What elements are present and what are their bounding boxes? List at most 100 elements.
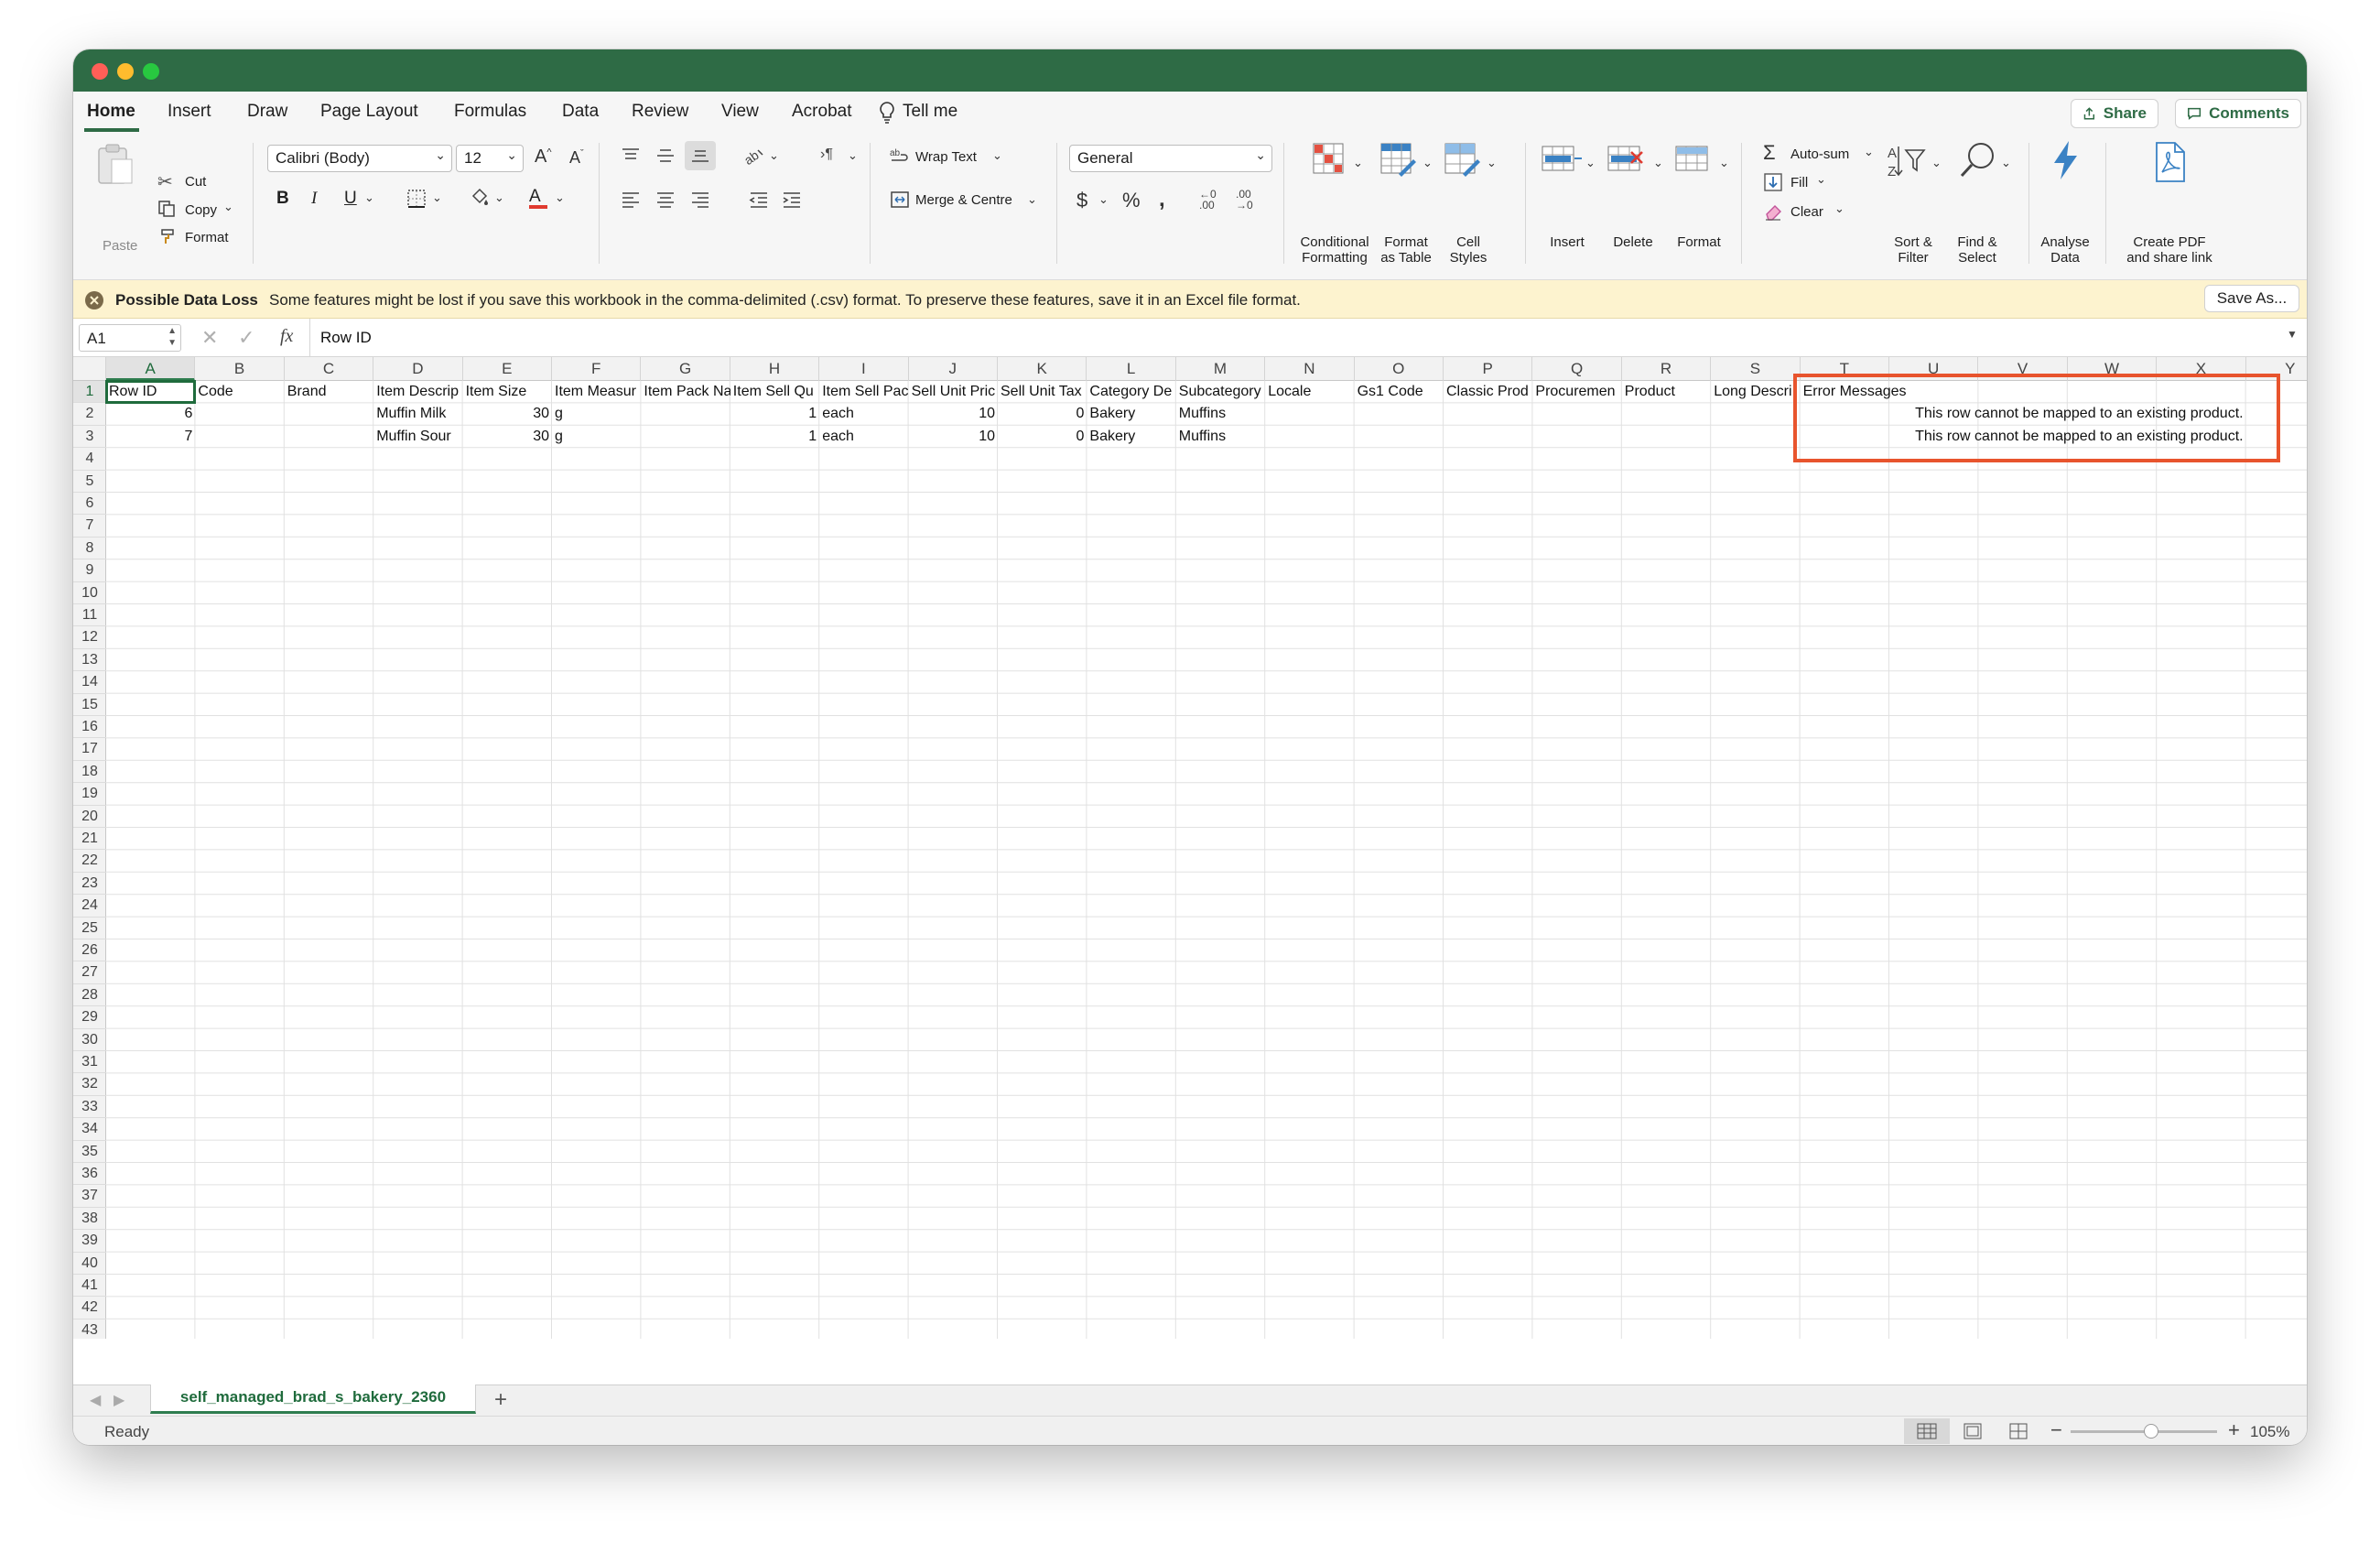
increase-font-icon[interactable]: A^ xyxy=(535,147,552,168)
align-top-icon[interactable] xyxy=(621,147,641,169)
row-header[interactable]: 19 xyxy=(73,783,106,806)
expand-formula-bar-icon[interactable]: ▼ xyxy=(2287,328,2298,341)
header-cell[interactable]: Item Pack Na xyxy=(641,381,730,403)
align-left-icon[interactable] xyxy=(621,190,641,213)
tab-acrobat[interactable]: Acrobat xyxy=(792,102,851,122)
cell-sell-tax[interactable]: 0 xyxy=(998,403,1087,425)
align-center-icon[interactable] xyxy=(655,190,676,213)
row-header[interactable]: 38 xyxy=(73,1208,106,1231)
header-cell[interactable]: Subcategory xyxy=(1176,381,1265,403)
format-cells-button[interactable]: Format xyxy=(1677,234,1721,250)
column-header-n[interactable]: N xyxy=(1265,357,1355,381)
minimize-window-button[interactable] xyxy=(117,63,134,80)
paste-icon[interactable] xyxy=(95,143,135,191)
row-header[interactable]: 7 xyxy=(73,515,106,538)
row-header[interactable]: 22 xyxy=(73,850,106,873)
italic-button[interactable]: I xyxy=(311,189,317,209)
magnifier-icon[interactable] xyxy=(1959,141,1997,186)
number-format-dropdown[interactable]: General ⌄ xyxy=(1069,145,1272,172)
header-cell[interactable]: Item Size xyxy=(463,381,552,403)
decrease-indent-icon[interactable] xyxy=(749,190,769,213)
analyse-data-icon[interactable] xyxy=(2047,139,2083,186)
row-header[interactable]: 28 xyxy=(73,984,106,1007)
column-header-h[interactable]: H xyxy=(730,357,820,381)
row-header[interactable]: 36 xyxy=(73,1163,106,1186)
header-cell[interactable]: Item Sell Pac xyxy=(819,381,908,403)
text-direction-chevron-icon[interactable]: ⌄ xyxy=(848,148,858,163)
row-header[interactable]: 20 xyxy=(73,806,106,828)
cell-sell-pack[interactable]: each xyxy=(819,403,908,425)
insert-function-button[interactable]: fx xyxy=(280,326,293,347)
page-layout-view-icon[interactable] xyxy=(1963,1423,1983,1444)
column-header-m[interactable]: M xyxy=(1176,357,1266,381)
comments-button[interactable]: Comments xyxy=(2175,99,2301,128)
column-header-e[interactable]: E xyxy=(463,357,552,381)
row-header[interactable]: 42 xyxy=(73,1297,106,1319)
row-header[interactable]: 18 xyxy=(73,761,106,784)
cell-item-size[interactable]: 30 xyxy=(463,403,552,425)
header-cell[interactable]: Classic Prod xyxy=(1444,381,1532,403)
autosum-chevron-icon[interactable]: ⌄ xyxy=(1864,145,1874,159)
normal-view-button[interactable] xyxy=(1904,1418,1950,1444)
cell-sell-qty[interactable]: 1 xyxy=(730,426,819,448)
row-header[interactable]: 41 xyxy=(73,1275,106,1298)
row-header[interactable]: 15 xyxy=(73,694,106,716)
row-header[interactable]: 9 xyxy=(73,559,106,582)
row-header[interactable]: 5 xyxy=(73,471,106,493)
cell-row-id[interactable]: 6 xyxy=(106,403,195,425)
format-as-table-icon[interactable] xyxy=(1380,143,1417,182)
zoom-out-button[interactable]: − xyxy=(2050,1418,2062,1442)
column-header-c[interactable]: C xyxy=(285,357,374,381)
cell-area[interactable]: Row ID Code Brand Item Descrip Item Size Item… xyxy=(105,374,2307,1339)
fill-button[interactable]: Fill xyxy=(1790,175,1808,190)
borders-chevron-icon[interactable]: ⌄ xyxy=(432,190,442,205)
currency-chevron-icon[interactable]: ⌄ xyxy=(1098,192,1109,207)
font-color-icon[interactable]: A xyxy=(529,187,547,209)
formula-input[interactable]: Row ID xyxy=(320,329,372,347)
orientation-chevron-icon[interactable]: ⌄ xyxy=(769,148,779,163)
clear-button[interactable]: Clear xyxy=(1790,204,1823,220)
align-bottom-icon[interactable] xyxy=(685,141,716,170)
tab-draw[interactable]: Draw xyxy=(247,102,287,122)
header-cell[interactable]: Item Measur xyxy=(552,381,641,403)
tab-insert[interactable]: Insert xyxy=(168,102,211,122)
confirm-edit-icon[interactable]: ✓ xyxy=(238,326,254,350)
comma-style-icon[interactable]: , xyxy=(1159,187,1165,212)
header-cell[interactable]: Long Descri xyxy=(1711,381,1800,403)
cell-item-size[interactable]: 30 xyxy=(463,426,552,448)
tab-formulas[interactable]: Formulas xyxy=(454,102,526,122)
row-header[interactable]: 11 xyxy=(73,604,106,627)
cell-sell-price[interactable]: 10 xyxy=(909,426,998,448)
header-cell[interactable]: Gs1 Code xyxy=(1355,381,1444,403)
insert-cells-icon[interactable] xyxy=(1542,143,1582,182)
header-cell[interactable]: Procuremen xyxy=(1532,381,1621,403)
orientation-icon[interactable]: ab xyxy=(741,145,765,171)
cell-subcategory[interactable]: Muffins xyxy=(1176,403,1265,425)
clear-chevron-icon[interactable]: ⌄ xyxy=(1834,201,1844,216)
tell-me-search[interactable]: Tell me xyxy=(903,102,957,122)
next-sheet-icon[interactable]: ▶ xyxy=(114,1391,124,1409)
row-header[interactable]: 29 xyxy=(73,1006,106,1029)
column-header-s[interactable]: S xyxy=(1711,357,1801,381)
add-sheet-button[interactable]: + xyxy=(494,1387,507,1413)
page-break-view-icon[interactable] xyxy=(2008,1423,2028,1444)
header-cell[interactable]: Item Sell Qu xyxy=(730,381,819,403)
percent-icon[interactable]: % xyxy=(1122,189,1141,212)
column-header-j[interactable]: J xyxy=(909,357,998,381)
row-header[interactable]: 2 xyxy=(73,403,106,426)
cell-category[interactable]: Bakery xyxy=(1087,426,1175,448)
increase-indent-icon[interactable] xyxy=(782,190,802,213)
underline-button[interactable]: U xyxy=(344,189,357,209)
row-header[interactable]: 17 xyxy=(73,738,106,761)
header-cell[interactable]: Sell Unit Tax xyxy=(998,381,1087,403)
row-header[interactable]: 14 xyxy=(73,671,106,694)
close-circle-icon[interactable] xyxy=(84,290,104,315)
close-window-button[interactable] xyxy=(92,63,108,80)
cut-button[interactable]: Cut xyxy=(185,174,206,190)
name-box-stepper-icon[interactable]: ▲ ▼ xyxy=(168,325,177,349)
underline-chevron-icon[interactable]: ⌄ xyxy=(364,190,374,205)
decrease-decimal-icon[interactable]: .00 →0 xyxy=(1236,189,1253,211)
row-header[interactable]: 4 xyxy=(73,448,106,471)
row-header[interactable]: 1 xyxy=(73,381,106,404)
column-header-a[interactable]: A xyxy=(106,357,196,381)
